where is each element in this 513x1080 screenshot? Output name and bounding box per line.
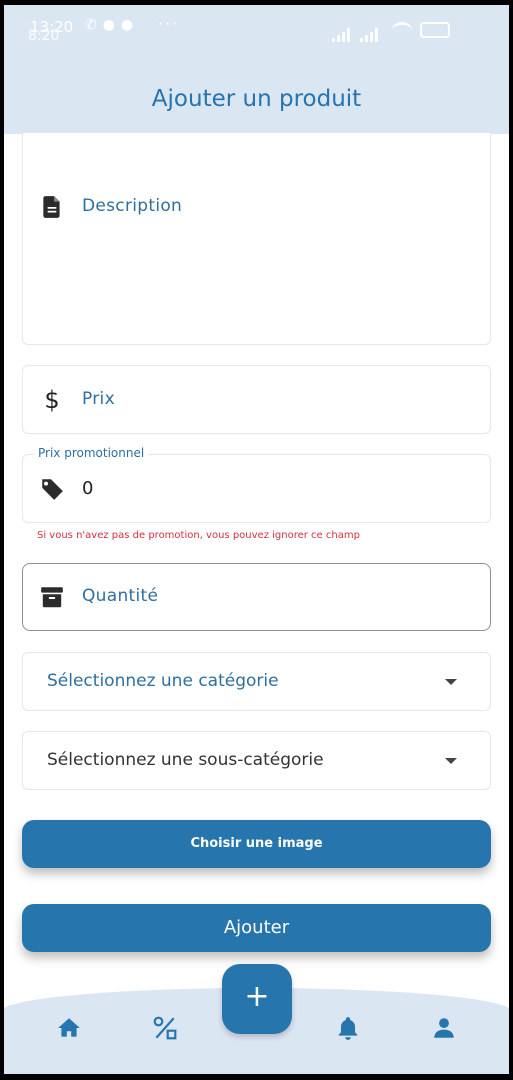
promo-price-hint: Si vous n'avez pas de promotion, vous po… bbox=[37, 530, 360, 541]
subcategory-select-text: Sélectionnez une sous-catégorie bbox=[47, 750, 324, 770]
add-fab-button[interactable]: + bbox=[222, 964, 292, 1034]
signal-icon bbox=[332, 28, 352, 42]
signal-icon-2 bbox=[360, 28, 380, 42]
chevron-down-icon bbox=[445, 679, 457, 685]
discount-icon[interactable] bbox=[152, 1015, 178, 1041]
document-icon bbox=[43, 196, 60, 218]
dollar-icon: $ bbox=[44, 386, 60, 414]
battery-icon bbox=[420, 22, 450, 38]
page-title: Ajouter un produit bbox=[151, 86, 362, 112]
bell-icon[interactable] bbox=[335, 1015, 361, 1041]
app-header: 13:20 8:20 ✆●● ··· Ajouter un produit bbox=[0, 0, 513, 134]
category-select-text: Sélectionnez une catégorie bbox=[47, 671, 279, 691]
archive-icon bbox=[41, 587, 63, 608]
tag-icon bbox=[41, 479, 63, 500]
subcategory-select[interactable]: Sélectionnez une sous-catégorie bbox=[22, 731, 491, 790]
promo-price-value: 0 bbox=[82, 478, 94, 499]
wifi-icon bbox=[392, 22, 412, 38]
more-notifications-icon: ··· bbox=[158, 14, 180, 33]
description-field[interactable]: Description bbox=[22, 133, 491, 345]
choose-image-button[interactable]: Choisir une image bbox=[22, 820, 491, 868]
status-time-overlay: 8:20 bbox=[28, 28, 60, 44]
home-icon[interactable] bbox=[56, 1015, 82, 1041]
chevron-down-icon bbox=[445, 758, 457, 764]
price-field[interactable]: $ Prix bbox=[22, 365, 491, 434]
promo-price-label: Prix promotionnel bbox=[34, 446, 149, 460]
promo-price-field[interactable]: 0 bbox=[22, 454, 491, 523]
quantity-field[interactable]: Quantité bbox=[22, 563, 491, 631]
person-icon[interactable] bbox=[431, 1015, 457, 1041]
description-label: Description bbox=[82, 196, 183, 216]
category-select[interactable]: Sélectionnez une catégorie bbox=[22, 652, 491, 711]
add-product-button[interactable]: Ajouter bbox=[22, 904, 491, 952]
system-icons bbox=[332, 22, 482, 42]
notification-icons: ✆●● bbox=[85, 17, 140, 33]
status-bar: 13:20 8:20 ✆●● ··· bbox=[28, 14, 490, 46]
price-label: Prix bbox=[82, 389, 115, 409]
quantity-label: Quantité bbox=[82, 586, 159, 606]
